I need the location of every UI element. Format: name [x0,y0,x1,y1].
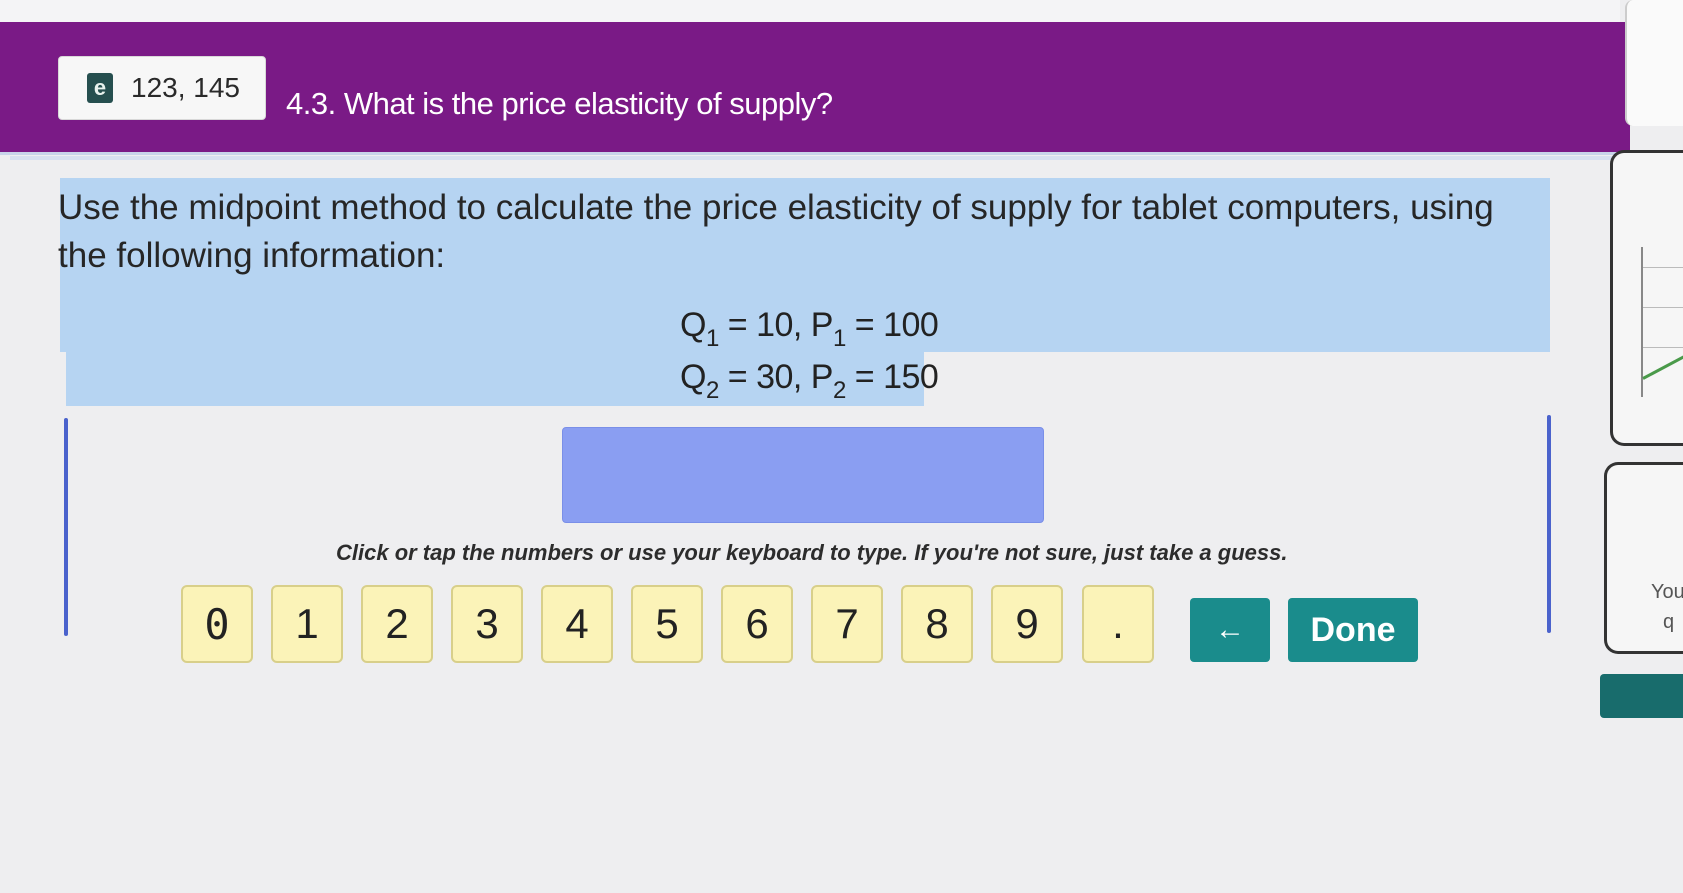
side-info-card[interactable]: You q [1604,462,1683,654]
key-decimal[interactable]: . [1082,585,1154,663]
key-3[interactable]: 3 [451,585,523,663]
key-6[interactable]: 6 [721,585,793,663]
ebook-reference-button[interactable]: e 123, 145 [58,56,266,120]
answer-area-right-border [1547,415,1551,633]
side-action-button[interactable] [1600,674,1683,718]
mini-chart [1641,247,1683,397]
equation-line-2: Q2 = 30, P2 = 150 [680,358,939,404]
key-9[interactable]: 9 [991,585,1063,663]
key-7[interactable]: 7 [811,585,883,663]
ebook-icon: e [87,73,113,103]
question-header: e 123, 145 4.3. What is the price elasti… [0,22,1630,160]
ebook-page-refs: 123, 145 [131,72,240,103]
side-text-line: q [1663,611,1675,633]
gridline [1643,347,1683,348]
key-8[interactable]: 8 [901,585,973,663]
gridline [1643,267,1683,268]
question-prompt: Use the midpoint method to calculate the… [58,188,1494,275]
key-0[interactable]: 0 [181,585,253,663]
side-text-line: You [1651,581,1683,603]
key-1[interactable]: 1 [271,585,343,663]
page-top-strip [0,0,1620,24]
side-panel-top [1625,0,1683,126]
answer-area-left-border [64,418,68,636]
done-button[interactable]: Done [1288,598,1418,662]
key-2[interactable]: 2 [361,585,433,663]
mini-chart-line [1642,349,1683,380]
key-4[interactable]: 4 [541,585,613,663]
side-card-text: You q [1651,577,1683,637]
backspace-arrow-icon: ← [1215,613,1245,646]
keypad-instructions: Click or tap the numbers or use your key… [336,540,1288,565]
question-title: 4.3. What is the price elasticity of sup… [286,86,833,121]
backspace-button[interactable]: ← [1190,598,1270,662]
key-5[interactable]: 5 [631,585,703,663]
answer-input[interactable] [562,427,1044,523]
side-chart-card[interactable] [1610,150,1683,446]
equation-line-1: Q1 = 10, P1 = 100 [680,306,939,352]
gridline [1643,307,1683,308]
